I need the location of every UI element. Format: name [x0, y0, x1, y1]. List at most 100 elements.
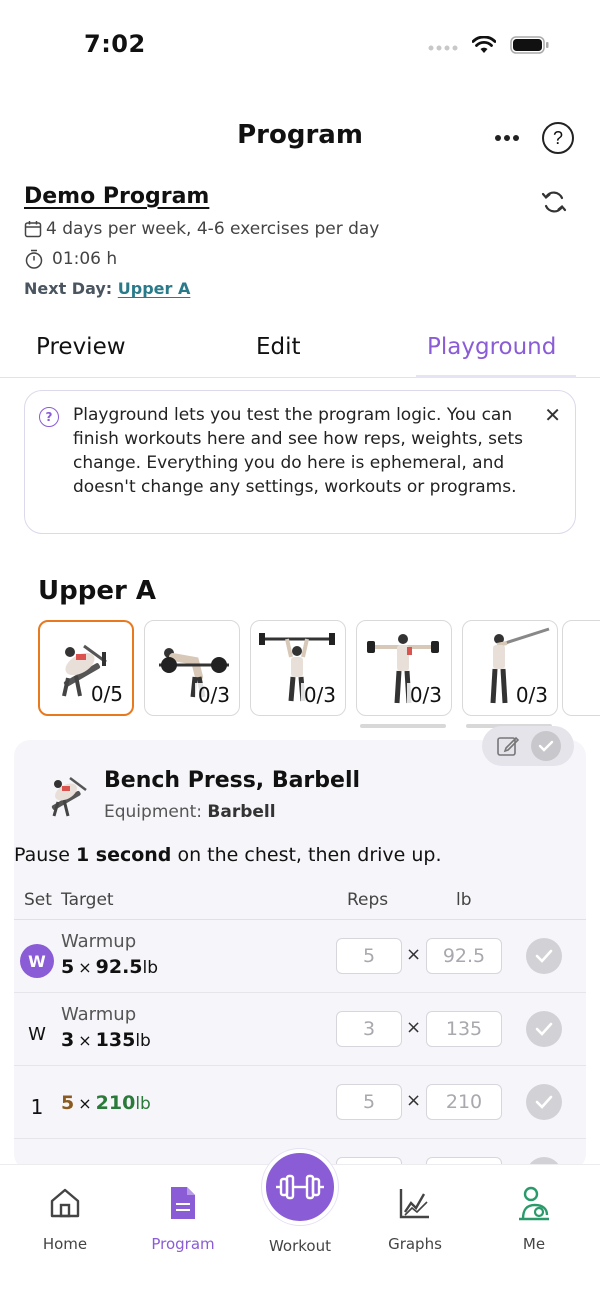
times-sign: ×: [78, 1031, 92, 1050]
card-actions: [482, 726, 574, 766]
target-weight: 92.5: [95, 956, 143, 978]
exercise-name: Bench Press, Barbell: [104, 768, 361, 793]
times-sign: ×: [406, 944, 422, 965]
target-weight: 210: [95, 1092, 136, 1114]
set-type-label[interactable]: W: [20, 1017, 54, 1051]
target-reps: 3: [61, 1029, 75, 1051]
more-button[interactable]: [492, 126, 522, 150]
question-circle-icon: ?: [39, 407, 59, 427]
target-reps: 5: [61, 1092, 75, 1114]
thumbnail-count: 0/3: [406, 683, 445, 707]
column-set: Set: [24, 890, 52, 910]
check-icon: [535, 949, 553, 963]
nav-label: Me: [522, 1235, 546, 1253]
nav-graphs[interactable]: Graphs: [365, 1183, 465, 1253]
target-unit: lb: [135, 1031, 151, 1051]
sync-icon[interactable]: [540, 188, 568, 216]
set-target: 3 × 135lb: [61, 1029, 151, 1051]
complete-set-button[interactable]: [526, 938, 562, 974]
times-sign: ×: [406, 1017, 422, 1038]
set-type-badge[interactable]: W: [20, 944, 54, 978]
more-dots-icon: [495, 135, 519, 141]
bottom-tab-bar: Home Program Workout Graphs Me: [0, 1149, 600, 1304]
times-sign: ×: [78, 1094, 92, 1113]
exercise-thumbnail[interactable]: 0/3: [356, 620, 452, 716]
schedule-text: 4 days per week, 4-6 exercises per day: [46, 219, 380, 239]
status-icons: [428, 36, 550, 54]
thumbnail-progress-bar: [360, 724, 446, 728]
thumbnail-count: 0/3: [512, 683, 551, 707]
nav-header: Program ?: [0, 96, 600, 180]
person-icon: [519, 1186, 549, 1221]
wifi-icon: [472, 36, 496, 53]
set-type-label: Warmup: [61, 931, 137, 952]
check-circle-icon[interactable]: [530, 731, 561, 761]
times-sign: ×: [406, 1090, 422, 1111]
set-row: W Warmup 3 × 135lb 3 × 135: [14, 993, 586, 1066]
exercise-thumbnail[interactable]: 0/5: [38, 620, 134, 716]
target-weight: 135: [95, 1029, 136, 1051]
playground-help-card: ? Playground lets you test the program l…: [24, 390, 576, 534]
nav-workout-label[interactable]: Workout: [250, 1237, 350, 1255]
times-sign: ×: [78, 958, 92, 977]
weight-input[interactable]: 135: [426, 1011, 502, 1047]
document-icon: [171, 1187, 195, 1219]
edit-icon[interactable]: [496, 734, 520, 758]
reps-input[interactable]: 3: [336, 1011, 402, 1047]
thumbnail-count: 0/3: [300, 683, 339, 707]
next-day: Next Day: Upper A: [24, 279, 576, 298]
cellular-signal-icon: [428, 45, 458, 51]
home-icon: [50, 1188, 80, 1218]
tab-playground[interactable]: Playground: [427, 334, 556, 360]
nav-label: Graphs: [388, 1235, 442, 1253]
complete-set-button[interactable]: [526, 1011, 562, 1047]
help-button[interactable]: ?: [542, 122, 574, 154]
column-weight: lb: [456, 890, 472, 910]
check-icon: [535, 1022, 553, 1036]
workout-button[interactable]: [262, 1149, 338, 1225]
status-time: 7:02: [84, 30, 146, 58]
exercise-note: Pause 1 second on the chest, then drive …: [14, 844, 442, 866]
exercise-thumbnail[interactable]: 0/3: [144, 620, 240, 716]
calendar-icon: [24, 221, 42, 238]
reps-input[interactable]: 5: [336, 938, 402, 974]
bench-press-figure-icon: [51, 777, 87, 817]
complete-set-button[interactable]: [526, 1084, 562, 1120]
equipment-label: Equipment:: [104, 802, 203, 822]
thumbnail-count: 0/5: [87, 682, 126, 706]
exercise-thumbnail[interactable]: 0/3: [250, 620, 346, 716]
chart-icon: [399, 1189, 429, 1219]
program-info: Demo Program 4 days per week, 4-6 exerci…: [24, 184, 576, 298]
program-tabs: Preview Edit Playground: [0, 326, 600, 378]
exercise-equipment: Equipment: Barbell: [104, 802, 276, 822]
set-row: W Warmup 5 × 92.5lb 5 × 92.5: [14, 920, 586, 993]
weight-input[interactable]: 92.5: [426, 938, 502, 974]
duration-text: 01:06 h: [52, 249, 118, 269]
exercise-thumbnail[interactable]: 0/3: [462, 620, 558, 716]
duration-line: 01:06 h: [24, 249, 576, 269]
set-target: 5 × 92.5lb: [61, 956, 158, 978]
next-day-link[interactable]: Upper A: [118, 279, 191, 298]
thumbnail-count: 0/3: [194, 683, 233, 707]
active-tab-indicator: [416, 375, 576, 378]
set-number[interactable]: 1: [20, 1090, 54, 1124]
nav-me[interactable]: Me: [484, 1183, 584, 1253]
nav-home[interactable]: Home: [15, 1183, 115, 1253]
nav-program[interactable]: Program: [133, 1183, 233, 1253]
close-icon[interactable]: ✕: [544, 403, 561, 427]
target-reps: 5: [61, 956, 75, 978]
set-target: 5 × 210lb: [61, 1092, 151, 1114]
set-type-label: Warmup: [61, 1004, 137, 1025]
column-target: Target: [61, 890, 114, 910]
tab-edit[interactable]: Edit: [256, 334, 301, 360]
program-name-link[interactable]: Demo Program: [24, 184, 576, 209]
dumbbell-icon: [276, 1174, 324, 1200]
exercise-thumbnail[interactable]: [562, 620, 600, 716]
column-reps: Reps: [347, 890, 389, 910]
reps-input[interactable]: 5: [336, 1084, 402, 1120]
tab-preview[interactable]: Preview: [36, 334, 126, 360]
weight-input[interactable]: 210: [426, 1084, 502, 1120]
note-bold: 1 second: [75, 844, 172, 866]
battery-icon: [510, 36, 549, 54]
note-suffix: on the chest, then drive up.: [177, 844, 442, 866]
